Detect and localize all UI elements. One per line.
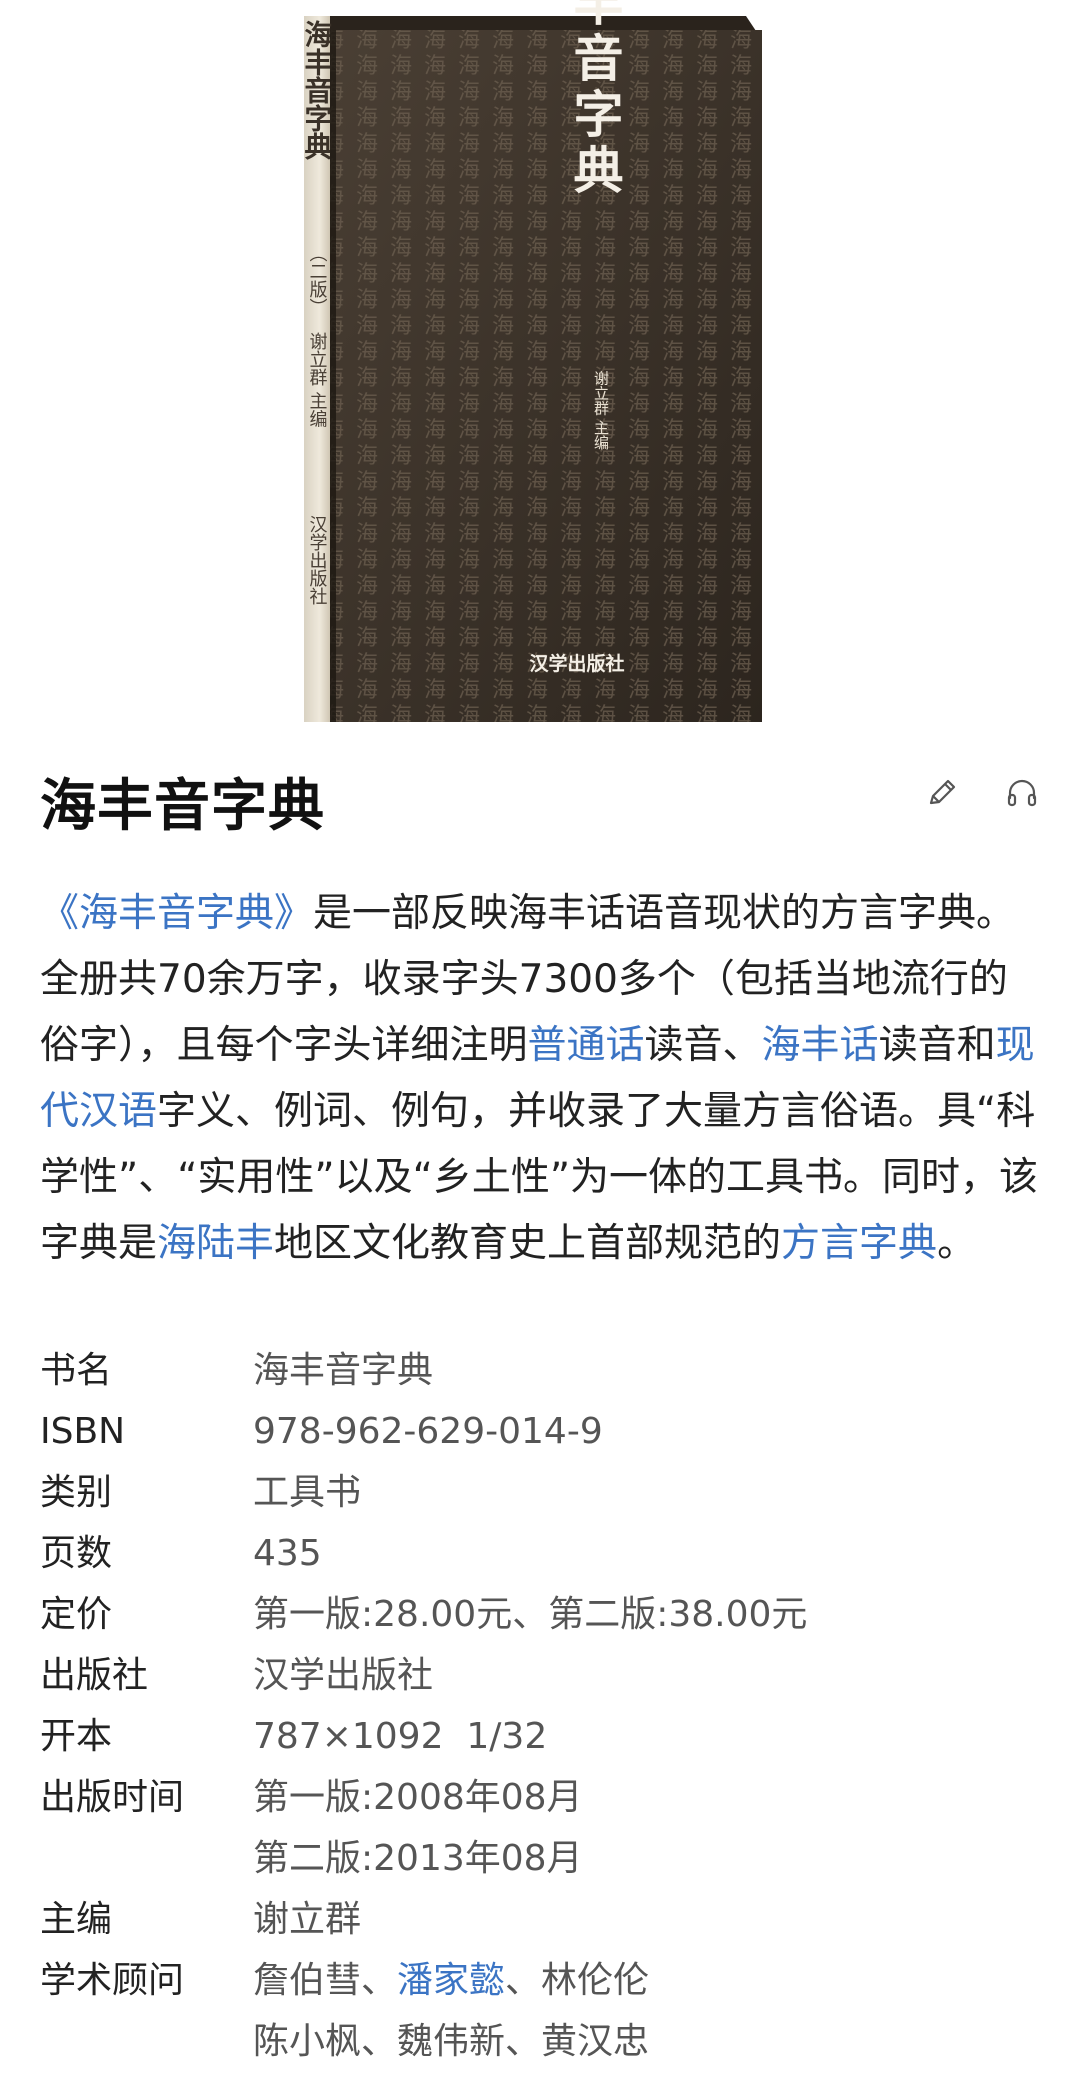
info-row-pages: 页数 435 (40, 1523, 1040, 1584)
info-value: 978-962-629-014-9 (253, 1411, 603, 1452)
info-value-line: 陈小枫、魏伟新、黄汉忠 (253, 2021, 650, 2062)
info-label: 出版社 (40, 1655, 149, 1696)
summary-text: 。 (937, 1221, 977, 1266)
headphones-icon (1007, 779, 1037, 807)
info-row-isbn: ISBN 978-962-629-014-9 (40, 1401, 1040, 1462)
listen-button[interactable] (1002, 773, 1042, 813)
info-label: ISBN (40, 1411, 126, 1452)
info-label: 学术顾问 (40, 1960, 185, 2001)
svg-text:海丰音字典: 海丰音字典 (566, 0, 625, 200)
info-row-category: 类别 工具书 (40, 1462, 1040, 1523)
svg-text:谢立群 主编: 谢立群 主编 (307, 332, 328, 428)
info-label: 书名 (40, 1350, 113, 1391)
info-row-editor: 主编 谢立群 (40, 1889, 1040, 1950)
info-value: 第一版:2008年08月 第二版:2013年08月 (253, 1767, 583, 1889)
advisor-text: 、林伦伦 (505, 1960, 650, 2001)
info-value-line: 詹伯彗、潘家懿、林伦伦 (253, 1950, 649, 2011)
cover-publisher: 汉学出版社 (529, 652, 624, 675)
info-value: 谢立群 (253, 1899, 362, 1940)
info-value: 787×1092 1/32 (253, 1716, 548, 1757)
info-row-advisors: 学术顾问 詹伯彗、潘家懿、林伦伦 陈小枫、魏伟新、黄汉忠 (40, 1950, 1040, 2072)
summary-text: 读音和 (878, 1023, 996, 1068)
cover-editor: 谢立群 主编 (592, 370, 610, 450)
svg-text:（二版）: （二版） (307, 244, 328, 316)
summary-paragraph: 《海丰音字典》是一部反映海丰话语音现状的方言字典。全册共70余万字，收录字头73… (40, 881, 1045, 1277)
page-title: 海丰音字典 (40, 774, 325, 839)
link-hailufeng[interactable]: 海陆丰 (157, 1221, 274, 1266)
info-row-publisher: 出版社 汉学出版社 (40, 1645, 1040, 1706)
info-value: 第一版:28.00元、第二版:38.00元 (253, 1594, 808, 1635)
info-value: 435 (253, 1533, 322, 1574)
info-value-line: 第二版:2013年08月 (253, 1838, 583, 1879)
svg-text:海丰音字典: 海丰音字典 (301, 20, 334, 160)
info-row-pub-time: 出版时间 第一版:2008年08月 第二版:2013年08月 (40, 1767, 1040, 1889)
info-row-book-name: 书名 海丰音字典 (40, 1340, 1040, 1401)
cover-title: 海丰音字典 (566, 0, 625, 200)
svg-text:谢立群 主编: 谢立群 主编 (592, 370, 610, 450)
summary-text: 读音、 (644, 1023, 762, 1068)
info-label: 出版时间 (40, 1777, 185, 1818)
link-book-title[interactable]: 《海丰音字典》 (40, 891, 313, 936)
link-dialect-dictionary[interactable]: 方言字典 (781, 1221, 937, 1266)
summary-text: 地区文化教育史上首部规范的 (274, 1221, 782, 1266)
info-label: 类别 (40, 1472, 113, 1513)
book-cover-image[interactable]: 海 海丰音字典 （二版） 谢立群 主编 汉学出版社 (184, 0, 896, 730)
info-row-price: 定价 第一版:28.00元、第二版:38.00元 (40, 1584, 1040, 1645)
link-advisor-pan-jiayi[interactable]: 潘家懿 (397, 1960, 505, 2001)
info-value-line: 第一版:2008年08月 (253, 1777, 583, 1818)
edit-button[interactable] (922, 773, 962, 813)
title-row: 海丰音字典 (40, 755, 1042, 839)
link-haifenghua[interactable]: 海丰话 (762, 1023, 879, 1068)
pencil-icon (929, 779, 956, 805)
info-label: 开本 (40, 1716, 113, 1757)
info-label: 主编 (40, 1899, 113, 1940)
info-value: 工具书 (253, 1472, 362, 1513)
info-value: 詹伯彗、潘家懿、林伦伦 陈小枫、魏伟新、黄汉忠 (253, 1950, 649, 2072)
advisor-text: 詹伯彗、 (253, 1960, 398, 2001)
info-value: 海丰音字典 (253, 1350, 434, 1391)
link-putonghua[interactable]: 普通话 (528, 1023, 645, 1068)
svg-text:汉学出版社: 汉学出版社 (307, 515, 328, 605)
info-value: 汉学出版社 (253, 1655, 434, 1696)
info-table: 书名 海丰音字典 ISBN 978-962-629-014-9 类别 工具书 页… (40, 1340, 1040, 2072)
info-row-format: 开本 787×1092 1/32 (40, 1706, 1040, 1767)
info-label: 定价 (40, 1594, 113, 1635)
info-label: 页数 (40, 1533, 113, 1574)
book-cover-graphic: 海 海丰音字典 （二版） 谢立群 主编 汉学出版社 (301, 0, 762, 722)
